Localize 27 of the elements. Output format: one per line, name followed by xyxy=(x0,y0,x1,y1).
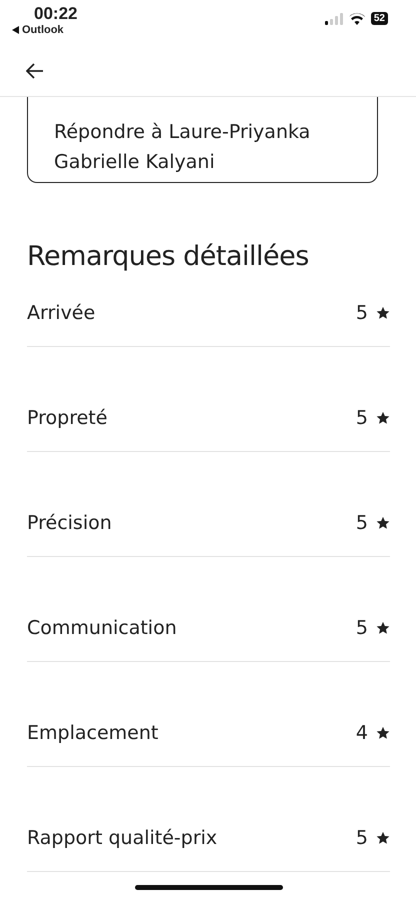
star-icon xyxy=(376,306,390,320)
signal-icon xyxy=(324,12,343,24)
status-time: 00:22 xyxy=(34,4,78,24)
rating-score: 5 xyxy=(356,511,368,536)
rating-score: 5 xyxy=(356,406,368,431)
star-icon xyxy=(376,621,390,635)
star-icon xyxy=(376,516,390,530)
rating-label: Précision xyxy=(27,511,113,536)
back-triangle-icon[interactable] xyxy=(12,26,19,34)
rating-score: 5 xyxy=(356,826,368,851)
rating-label: Communication xyxy=(27,616,178,641)
battery-level: 52 xyxy=(370,12,388,25)
wifi-icon xyxy=(348,12,365,24)
rating-label: Rapport qualité-prix xyxy=(27,826,218,851)
star-icon xyxy=(376,726,390,740)
rating-score: 4 xyxy=(356,721,368,746)
back-arrow-icon[interactable] xyxy=(26,62,44,78)
rating-score: 5 xyxy=(356,616,368,641)
back-app-link[interactable]: Outlook xyxy=(22,24,64,36)
rating-label: Emplacement xyxy=(27,721,160,746)
rating-score: 5 xyxy=(356,301,368,326)
star-icon xyxy=(376,831,390,845)
rating-label: Arrivée xyxy=(27,301,96,326)
section-title: Remarques détaillées xyxy=(27,240,310,274)
reply-button[interactable]: Répondre à Laure-Priyanka Gabrielle Kalyani xyxy=(27,97,378,183)
rating-label: Propreté xyxy=(27,406,108,431)
star-icon xyxy=(376,411,390,425)
